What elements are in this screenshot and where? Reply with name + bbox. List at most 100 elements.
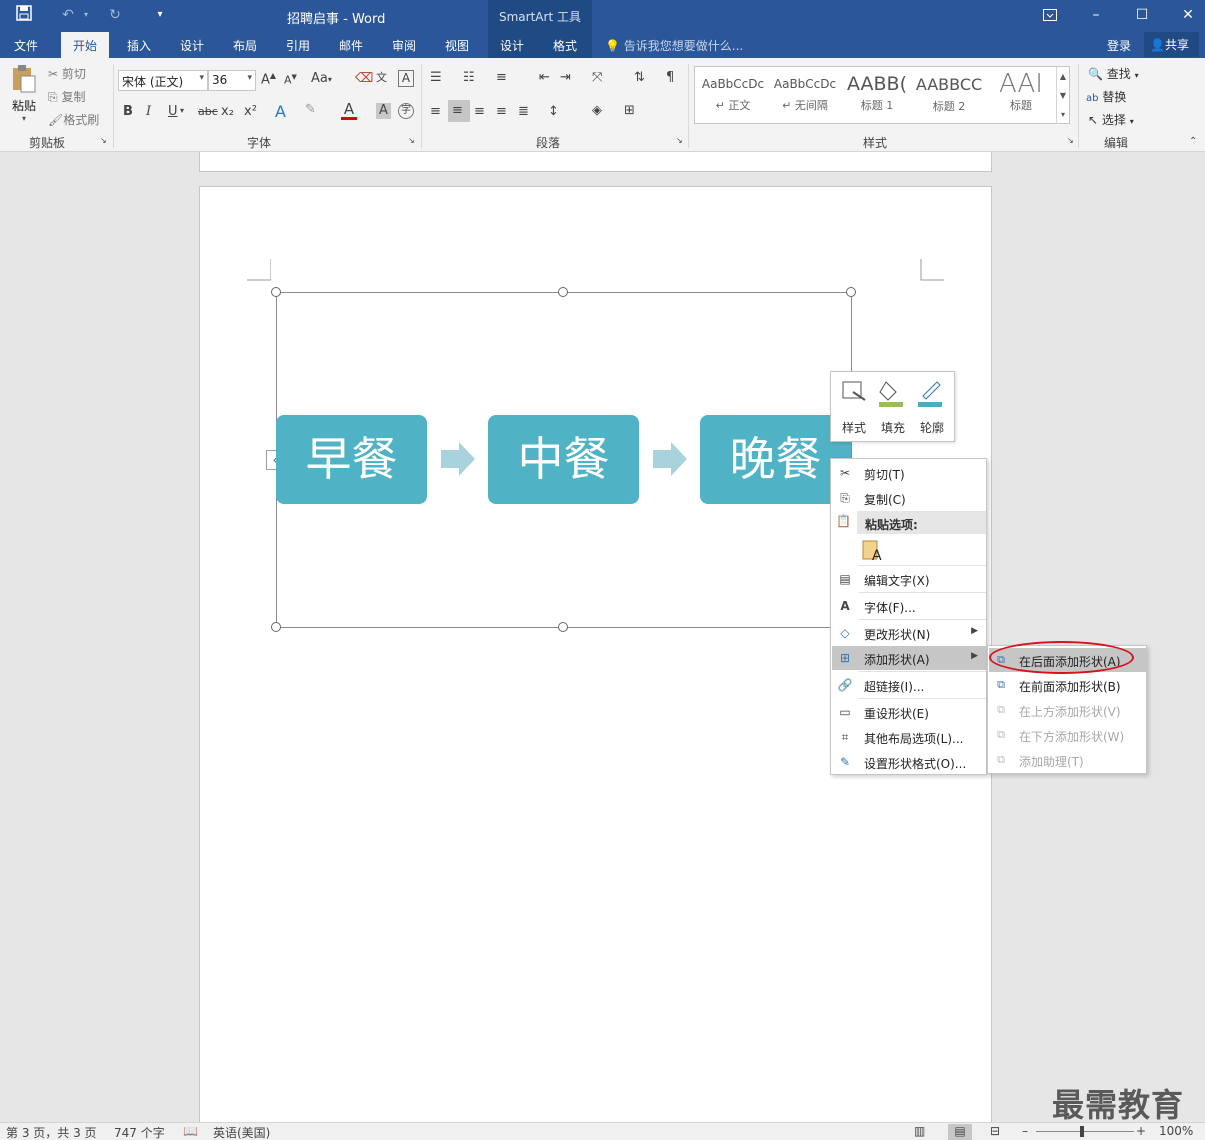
menu-item-add-shape[interactable]: ⊞ 添加形状(A) ▶ <box>832 646 986 670</box>
zoom-slider-thumb[interactable] <box>1080 1126 1084 1137</box>
align-left-icon[interactable]: ≡ <box>430 104 441 119</box>
font-color-button[interactable]: A <box>341 101 357 120</box>
decrease-indent-icon[interactable]: ⇤ <box>539 70 550 85</box>
resize-handle[interactable] <box>271 287 281 297</box>
select-button[interactable]: ↖ 选择 ▾ <box>1088 111 1134 128</box>
menu-item-copy[interactable]: ⎘ 复制(C) <box>832 486 986 510</box>
superscript-button[interactable]: x² <box>244 104 257 119</box>
style-tile-heading2[interactable]: AABBCC 标题 2 <box>914 71 984 121</box>
chinese-layout-icon[interactable]: ⤧ <box>592 70 602 85</box>
style-tile-no-spacing[interactable]: AaBbCcDc ↵ 无间隔 <box>770 71 840 121</box>
font-name-combo[interactable]: 宋体 (正文) ▾ <box>118 70 208 91</box>
menu-item-more-layout[interactable]: ⌗ 其他布局选项(L)... <box>832 725 986 749</box>
menu-item-font[interactable]: A 字体(F)... <box>832 594 986 618</box>
shrink-font-icon[interactable]: A▼ <box>284 73 297 87</box>
dialog-launcher-icon[interactable]: ↘ <box>408 136 415 145</box>
smartart-shape-selected[interactable]: 晚餐 <box>700 415 851 504</box>
align-center-button[interactable]: ≡ <box>448 100 470 122</box>
replace-button[interactable]: ab 替换 <box>1086 88 1126 105</box>
tab-smartart-format[interactable]: 格式 <box>553 37 577 54</box>
sort-icon[interactable]: ⇅ <box>634 70 645 85</box>
gallery-more-icon[interactable]: ▾ <box>1056 105 1069 124</box>
phonetic-guide-icon[interactable]: 文 <box>376 69 387 85</box>
highlight-icon[interactable]: ✎ <box>305 102 316 117</box>
maximize-icon[interactable]: ☐ <box>1119 0 1165 30</box>
save-icon[interactable] <box>14 5 34 25</box>
style-tile-title[interactable]: AAI 标题 <box>986 69 1056 121</box>
tab-smartart-design[interactable]: 设计 <box>500 37 524 54</box>
dialog-launcher-icon[interactable]: ↘ <box>676 136 683 145</box>
zoom-level[interactable]: 100% <box>1159 1124 1193 1138</box>
tab-view[interactable]: 视图 <box>445 37 469 54</box>
menu-item-format-shape[interactable]: ✎ 设置形状格式(O)... <box>832 750 986 774</box>
style-tile-heading1[interactable]: AABB(标题 1 <box>842 71 912 121</box>
tab-home[interactable]: 开始 <box>61 32 110 58</box>
tab-mailings[interactable]: 邮件 <box>339 37 363 54</box>
print-layout-icon[interactable]: ▤ <box>948 1124 972 1140</box>
redo-icon[interactable]: ↻ <box>105 5 125 25</box>
line-spacing-icon[interactable]: ↕ <box>548 104 559 119</box>
smartart-shape[interactable]: 早餐 <box>276 415 427 504</box>
underline-button[interactable]: U <box>168 104 178 119</box>
submenu-item-add-before[interactable]: ⧉ 在前面添加形状(B) <box>989 673 1146 697</box>
cut-button[interactable]: ✂ 剪切 <box>48 65 86 82</box>
minimize-icon[interactable]: – <box>1073 0 1119 30</box>
close-icon[interactable]: ✕ <box>1165 0 1205 30</box>
menu-item-change-shape[interactable]: ◇ 更改形状(N) ▶ <box>832 621 986 645</box>
menu-item-reset-shape[interactable]: ▭ 重设形状(E) <box>832 700 986 724</box>
ribbon-display-icon[interactable] <box>1027 0 1073 30</box>
resize-handle[interactable] <box>558 622 568 632</box>
zoom-in-icon[interactable]: + <box>1136 1124 1146 1138</box>
multilevel-list-icon[interactable]: ≡ <box>496 70 507 85</box>
tab-references[interactable]: 引用 <box>286 37 310 54</box>
tab-file[interactable]: 文件 <box>14 37 38 54</box>
resize-handle[interactable] <box>271 622 281 632</box>
tab-review[interactable]: 审阅 <box>392 37 416 54</box>
font-size-combo[interactable]: 36 ▾ <box>208 70 256 91</box>
grow-font-icon[interactable]: A▲ <box>261 71 276 87</box>
read-mode-icon[interactable]: ▥ <box>914 1124 925 1138</box>
tell-me-box[interactable]: 💡 告诉我您想要做什么... <box>605 37 743 54</box>
enclose-char-icon[interactable]: 字 <box>398 103 414 119</box>
format-painter-button[interactable]: 🖌格式刷 <box>48 111 99 128</box>
word-count[interactable]: 747 个字 <box>114 1124 165 1140</box>
menu-item-hyperlink[interactable]: 🔗 超链接(I)... <box>832 673 986 697</box>
strikethrough-button[interactable]: abc <box>198 105 218 118</box>
find-button[interactable]: 🔍 查找 ▾ <box>1088 65 1139 82</box>
menu-item-cut[interactable]: ✂ 剪切(T) <box>832 461 986 485</box>
bold-button[interactable]: B <box>123 104 133 119</box>
shape-fill-button[interactable]: 填充 <box>875 378 911 436</box>
smartart-shape[interactable]: 中餐 <box>488 415 639 504</box>
tab-design[interactable]: 设计 <box>180 37 204 54</box>
subscript-button[interactable]: x₂ <box>221 104 234 119</box>
page-count[interactable]: 第 3 页，共 3 页 <box>6 1124 97 1140</box>
paste-button[interactable]: 粘贴 ▾ <box>8 64 40 126</box>
justify-icon[interactable]: ≡ <box>496 104 507 119</box>
menu-item-edit-text[interactable]: ▤ 编辑文字(X) <box>832 567 986 591</box>
distribute-icon[interactable]: ≣ <box>518 104 529 119</box>
language[interactable]: 英语(美国) <box>213 1124 270 1140</box>
bullets-icon[interactable]: ☰ <box>430 70 442 85</box>
tab-insert[interactable]: 插入 <box>127 37 151 54</box>
gallery-down-icon[interactable]: ▼ <box>1056 86 1069 105</box>
customize-qat-icon[interactable]: ▾ <box>150 5 170 25</box>
underline-dropdown-icon[interactable]: ▾ <box>180 106 184 115</box>
zoom-out-icon[interactable]: – <box>1022 1124 1028 1138</box>
gallery-up-icon[interactable]: ▲ <box>1056 67 1069 86</box>
share-button[interactable]: 👤共享 <box>1144 32 1199 57</box>
undo-dropdown-icon[interactable]: ▾ <box>76 5 96 25</box>
align-right-icon[interactable]: ≡ <box>474 104 485 119</box>
dialog-launcher-icon[interactable]: ↘ <box>1067 136 1074 145</box>
resize-handle[interactable] <box>558 287 568 297</box>
clear-format-icon[interactable]: ⌫ <box>355 71 373 86</box>
tab-layout[interactable]: 布局 <box>233 37 257 54</box>
char-border-icon[interactable]: A <box>398 70 414 87</box>
collapse-ribbon-icon[interactable]: ⌃ <box>1189 136 1197 147</box>
italic-button[interactable]: I <box>146 104 151 119</box>
paste-dropdown-icon[interactable]: ▾ <box>8 114 40 123</box>
shape-outline-button[interactable]: 轮廓 <box>914 378 950 436</box>
style-tile-normal[interactable]: AaBbCcDc ↵ 正文 <box>698 71 768 121</box>
increase-indent-icon[interactable]: ⇥ <box>560 70 571 85</box>
borders-icon[interactable]: ⊞ <box>624 103 635 118</box>
show-marks-icon[interactable]: ¶ <box>666 70 674 85</box>
